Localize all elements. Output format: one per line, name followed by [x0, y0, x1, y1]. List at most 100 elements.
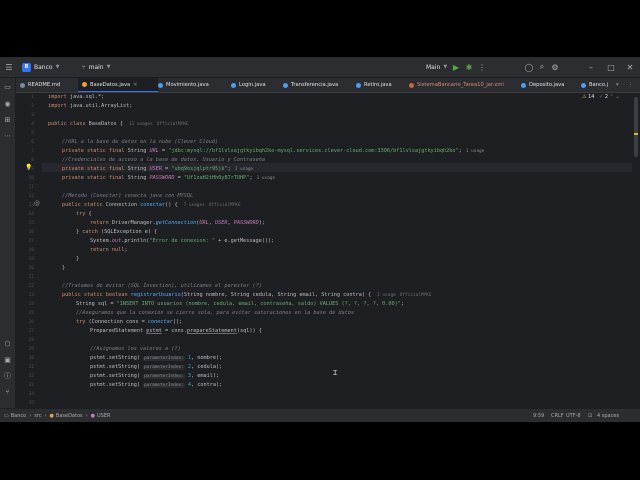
tab-basedatos[interactable]: BaseDatos.java ✕ — [78, 78, 158, 92]
line-number[interactable]: 16 — [16, 228, 34, 237]
editor-scrollbar[interactable] — [633, 93, 639, 408]
line-number[interactable]: 29 — [16, 345, 34, 354]
line-number[interactable]: 31 — [16, 363, 34, 372]
code-line: return null; — [90, 247, 128, 253]
line-number[interactable]: 35 — [16, 399, 34, 408]
lock-icon[interactable]: ⊡ — [588, 409, 592, 422]
chevron-up-icon[interactable]: ⌃ — [610, 94, 614, 100]
file-encoding[interactable]: UTF-8 — [566, 409, 581, 422]
problems-tool-icon[interactable]: ⓘ — [3, 372, 12, 381]
line-number[interactable]: 24 — [16, 300, 34, 309]
chevron-right-icon: › — [29, 413, 32, 419]
line-number[interactable]: 11 — [16, 183, 34, 192]
line-number[interactable]: 25 — [16, 309, 34, 318]
field-icon: ● — [90, 413, 95, 419]
java-file-icon — [521, 82, 526, 88]
code-comment: //Tratamos de evitar (SQL Invection), ut… — [62, 283, 262, 289]
tab-label: Banco.j — [589, 82, 609, 88]
commit-tool-icon[interactable]: ◉ — [3, 100, 12, 109]
line-number[interactable]: 22 — [16, 282, 34, 291]
tab-deposito[interactable]: Deposito.java — [521, 78, 564, 92]
project-tool-icon[interactable]: ▭ — [3, 83, 12, 92]
more-tabs-icon[interactable]: ⋮ — [628, 78, 633, 92]
inspection-widget[interactable]: ⚠ 14 ✓ 2 ⌃ ⌄ — [582, 94, 620, 100]
implementation-gutter-icon[interactable]: @ — [34, 200, 40, 207]
close-icon[interactable]: ✕ — [624, 57, 636, 77]
line-number[interactable]: 21 — [16, 273, 34, 282]
code-comment: //Metodo (Conectar) conecta java con MYS… — [62, 193, 194, 199]
more-actions-icon[interactable]: ⋮ — [476, 57, 488, 77]
tab-sistemabancario-xml[interactable]: SistemaBancario_Tarea10_jar.xml — [409, 78, 504, 92]
line-number[interactable]: 6 — [16, 138, 34, 147]
line-number[interactable]: 13 — [16, 201, 34, 210]
structure-tool-icon[interactable]: ⊞ — [3, 116, 12, 125]
breadcrumb-src[interactable]: src — [34, 413, 41, 419]
code-line: } — [76, 256, 80, 262]
line-number[interactable]: 1 — [16, 93, 34, 102]
close-tab-icon[interactable]: ✕ — [133, 82, 137, 88]
chevron-down-icon: ▼ — [55, 64, 60, 70]
line-number[interactable]: 3 — [16, 111, 34, 120]
line-number[interactable]: 19 — [16, 255, 34, 264]
tab-readme[interactable]: README.md — [20, 78, 78, 92]
breadcrumb-project[interactable]: Banco — [11, 413, 26, 419]
caret-position[interactable]: 9:59 — [533, 409, 544, 422]
breadcrumb-class[interactable]: BaseDatos — [56, 413, 83, 419]
line-number[interactable]: 26 — [16, 318, 34, 327]
git-tool-icon[interactable]: ⑂ — [3, 388, 12, 397]
line-number[interactable]: 30 — [16, 354, 34, 363]
run-config-name: Main — [426, 63, 441, 71]
intention-bulb-icon[interactable]: 💡 — [25, 164, 32, 171]
line-number[interactable]: 28 — [16, 336, 34, 345]
line-number[interactable]: 23 — [16, 291, 34, 300]
line-number[interactable]: 10 — [16, 174, 34, 183]
indent-setting[interactable]: 4 spaces — [597, 409, 619, 422]
tab-transferencia[interactable]: Transferencia.java — [283, 78, 338, 92]
code-line: public static Connection conectar() {7 u… — [62, 202, 241, 208]
code-editor[interactable]: ⚠ 14 ✓ 2 ⌃ ⌄ import java.sql.*; import j… — [42, 93, 632, 408]
line-number[interactable]: 7 — [16, 147, 34, 156]
warning-stripe-mark[interactable] — [634, 133, 638, 135]
chevron-down-icon[interactable]: ⌄ — [615, 94, 619, 100]
line-number[interactable]: 14 — [16, 210, 34, 219]
project-widget[interactable]: B Banco ▼ — [22, 57, 59, 77]
line-number[interactable]: 33 — [16, 381, 34, 390]
scrollbar-thumb[interactable] — [634, 97, 638, 157]
more-tools-icon[interactable]: ⋯ — [3, 132, 12, 141]
services-tool-icon[interactable]: ⬡ — [3, 340, 12, 349]
tab-label: BaseDatos.java — [90, 81, 131, 88]
tab-label: Login.java — [239, 82, 266, 88]
main-menu-icon[interactable]: ☰ — [3, 57, 15, 77]
chevron-down-icon: ▼ — [106, 64, 111, 70]
chevron-down-icon: ▼ — [443, 64, 448, 70]
debug-icon[interactable]: ✱ — [463, 57, 475, 77]
tabs-overflow-icon[interactable]: ▾ — [616, 78, 619, 92]
terminal-tool-icon[interactable]: ▣ — [3, 356, 12, 365]
line-number[interactable]: 34 — [16, 390, 34, 399]
line-number[interactable]: 18 — [16, 246, 34, 255]
line-number[interactable]: 12 — [16, 192, 34, 201]
tab-banco[interactable]: Banco.j — [581, 78, 608, 92]
line-number[interactable]: 5 — [16, 129, 34, 138]
tab-movimiento[interactable]: Movimiento.java — [158, 78, 209, 92]
line-number[interactable]: 20 — [16, 264, 34, 273]
code-line: private static final String USER = "ubq9… — [62, 166, 254, 172]
line-number[interactable]: 4 — [16, 120, 34, 129]
line-number[interactable]: 2 — [16, 102, 34, 111]
line-number[interactable]: 17 — [16, 237, 34, 246]
run-config-selector[interactable]: Main ▼ — [426, 57, 447, 77]
maximize-icon[interactable]: □ — [605, 57, 617, 77]
settings-icon[interactable]: ⚙ — [549, 57, 561, 77]
branch-widget[interactable]: ⑂ main ▼ — [82, 57, 110, 77]
line-separator[interactable]: CRLF — [551, 409, 564, 422]
line-number[interactable]: 27 — [16, 327, 34, 336]
avatar-icon[interactable]: ◯ — [523, 57, 535, 77]
tab-retiro[interactable]: Retiro.java — [356, 78, 392, 92]
line-number[interactable]: 32 — [16, 372, 34, 381]
run-icon[interactable]: ▶ — [450, 57, 462, 77]
breadcrumb-field[interactable]: USER — [97, 413, 110, 419]
tab-login[interactable]: Login.java — [231, 78, 266, 92]
line-number[interactable]: 15 — [16, 219, 34, 228]
search-icon[interactable]: ⌕ — [536, 57, 548, 77]
minimize-icon[interactable]: – — [585, 57, 597, 77]
